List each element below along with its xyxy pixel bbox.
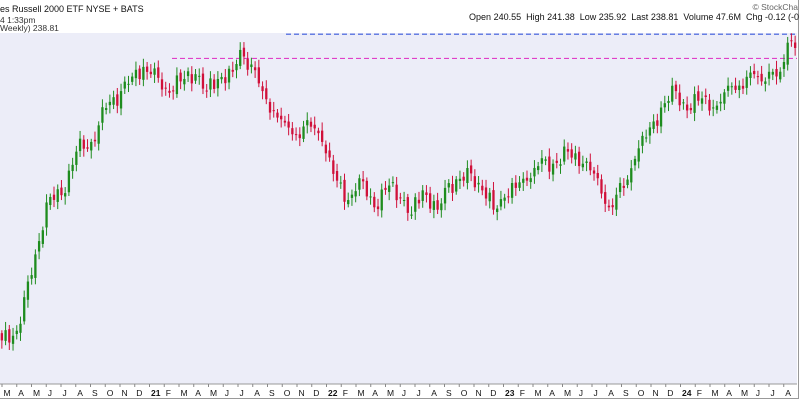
x-tick-label: J — [225, 388, 229, 398]
x-tick-label: D — [313, 388, 319, 398]
ohlc-open-label: Open — [469, 12, 492, 22]
x-tick-label: S — [623, 388, 629, 398]
x-tick-label: N — [476, 388, 482, 398]
ohlc-chg-label: Chg — [745, 12, 763, 22]
x-tick-label: F — [166, 388, 171, 398]
series-label: Weekly) 238.81 — [0, 23, 59, 33]
x-tick-label: J — [402, 388, 406, 398]
x-tick-label: J — [240, 388, 244, 398]
x-tick-label: M — [358, 388, 365, 398]
x-tick-label: J — [756, 388, 760, 398]
x-tick-label: D — [490, 388, 496, 398]
ohlc-volume-label: Volume — [683, 12, 714, 22]
x-tick-label: J — [594, 388, 598, 398]
ohlc-high-value: 241.38 — [547, 12, 575, 22]
ohlc-last-label: Last — [631, 12, 649, 22]
x-tick-label: A — [195, 388, 201, 398]
x-tick-label: A — [726, 388, 732, 398]
ohlc-open-value: 240.55 — [493, 12, 522, 22]
x-tick-label: M — [33, 388, 40, 398]
ohlc-low-value: 235.92 — [598, 12, 627, 22]
x-tick-label: M — [210, 388, 217, 398]
x-tick-label: A — [785, 388, 791, 398]
x-tick-label: O — [638, 388, 645, 398]
x-tick-label: M — [387, 388, 394, 398]
x-tick-label: S — [446, 388, 452, 398]
x-tick-label: M — [564, 388, 571, 398]
x-tick-label: D — [136, 388, 142, 398]
x-tick-label: 24 — [682, 388, 692, 398]
x-tick-label: A — [254, 388, 260, 398]
x-tick-label: D — [667, 388, 673, 398]
ohlc-volume-value: 47.6M — [715, 12, 741, 22]
plot-area — [0, 33, 797, 384]
x-tick-label: A — [372, 388, 378, 398]
x-tick-label: A — [77, 388, 83, 398]
x-tick-label: M — [535, 388, 542, 398]
x-tick-label: J — [771, 388, 775, 398]
x-tick-label: O — [284, 388, 291, 398]
x-tick-label: J — [63, 388, 67, 398]
x-tick-label: S — [269, 388, 275, 398]
x-tick-label: J — [48, 388, 52, 398]
x-tick-label: M — [4, 388, 11, 398]
x-tick-label: F — [343, 388, 348, 398]
x-tick-label: N — [653, 388, 659, 398]
ohlc-last-value: 238.81 — [650, 12, 679, 22]
x-tick-label: N — [122, 388, 128, 398]
ohlc-low-label: Low — [579, 12, 597, 22]
x-tick-label: M — [741, 388, 748, 398]
x-tick-label: A — [18, 388, 24, 398]
chart-frame: M A M J J A S O N D 21 F M A M J J A S O N D 22 F M A M J J A S O N D 23 F M… — [0, 0, 799, 399]
ohlc-readout: Open 240.55 High 241.38 Low 235.92 Last … — [468, 12, 799, 23]
price-chart: M A M J J A S O N D 21 F M A M J J A S O N D 22 F M A M J J A S O N D 23 F M… — [0, 33, 797, 398]
x-tick-label: O — [107, 388, 114, 398]
x-tick-label: A — [549, 388, 555, 398]
x-tick-label: J — [417, 388, 421, 398]
x-tick-label: S — [92, 388, 98, 398]
x-tick-label: A — [608, 388, 614, 398]
x-tick-label: O — [461, 388, 468, 398]
x-tick-label: J — [579, 388, 583, 398]
x-tick-label: F — [697, 388, 702, 398]
x-tick-label: 21 — [151, 388, 161, 398]
x-tick-label: N — [299, 388, 305, 398]
x-tick-label: 22 — [328, 388, 338, 398]
x-tick-label: 23 — [505, 388, 515, 398]
x-tick-label: F — [520, 388, 525, 398]
ohlc-high-label: High — [526, 12, 545, 22]
ohlc-chg-value: -0.12 (-0 — [764, 12, 799, 22]
x-tick-label: M — [181, 388, 188, 398]
x-tick-label: M — [712, 388, 719, 398]
x-tick-label: A — [431, 388, 437, 398]
chart-title: es Russell 2000 ETF NYSE + BATS — [0, 4, 144, 14]
